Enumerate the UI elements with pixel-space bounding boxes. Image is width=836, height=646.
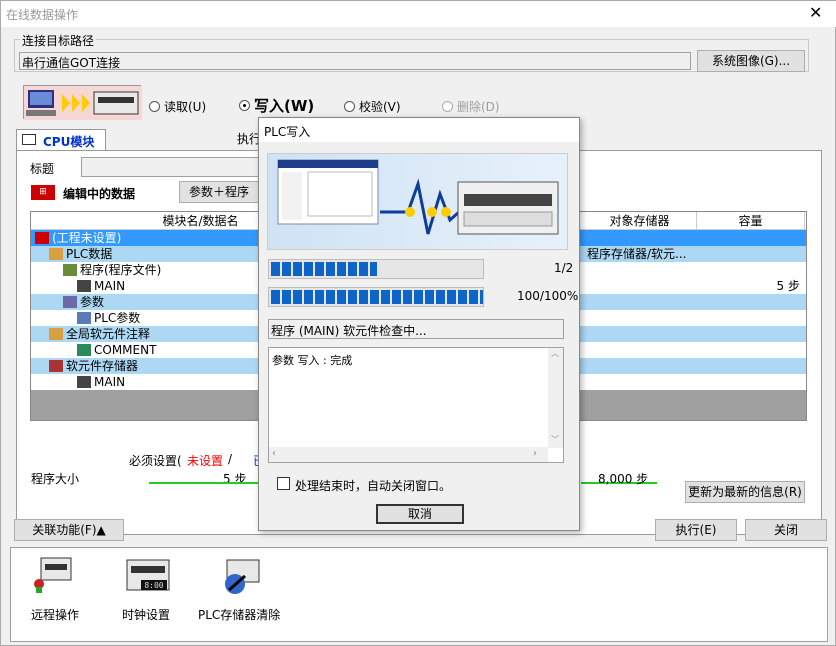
progress-bar-percent [268, 287, 484, 307]
pc-plc-icon [24, 86, 142, 120]
scroll-left-icon[interactable]: ‹ [272, 448, 276, 459]
log-text: 参数 写入 : 完成 [272, 354, 353, 367]
tree-node-icon [49, 248, 63, 260]
title-input[interactable] [81, 157, 261, 177]
program-size-label: 程序大小 [31, 472, 80, 486]
auto-close-label: 处理结束时，自动关闭窗口。 [295, 479, 452, 493]
svg-text:8:00: 8:00 [144, 581, 163, 590]
connection-path: 串行通信GOT连接 [22, 56, 121, 70]
status-text: 程序 (MAIN) 软元件检查中... [271, 324, 427, 338]
tree-node-icon [49, 360, 63, 372]
row-name: (工程未设置) [52, 231, 122, 245]
radio-verify[interactable]: 校验(V) [344, 98, 401, 115]
col-capacity: 容量 [697, 212, 805, 230]
related-functions-button[interactable]: 关联功能(F)▲ [14, 519, 124, 541]
scroll-down-icon[interactable]: ﹀ [551, 434, 559, 445]
progress-files-text: 1/2 [554, 261, 574, 275]
tree-node-icon [35, 232, 49, 244]
remote-operation-label[interactable]: 远程操作 [31, 606, 79, 623]
close-button[interactable]: 关闭 [745, 519, 827, 541]
remote-operation-icon[interactable] [33, 554, 79, 594]
cancel-button[interactable]: 取消 [376, 504, 464, 524]
progress-bar-files [268, 259, 484, 279]
window-title: 在线数据操作 [6, 8, 79, 22]
tree-node-icon [49, 328, 63, 340]
tree-node-icon [63, 296, 77, 308]
radio-read[interactable]: 读取(U) [149, 98, 206, 115]
related-tools-panel: 远程操作 8:00 时钟设置 PLC存储器清除 [10, 547, 828, 642]
radio-write-label: 写入(W) [254, 97, 315, 115]
connection-path-field: 串行通信GOT连接 [19, 52, 691, 70]
progress-bar-percent-fill [271, 290, 483, 304]
plc-memory-clear-icon[interactable] [217, 558, 263, 598]
row-name: 程序(程序文件) [80, 263, 162, 277]
row-name: PLC参数 [94, 311, 141, 325]
progress-bar-files-fill [271, 262, 377, 276]
row-name: MAIN [94, 279, 126, 293]
tab-cpu[interactable]: CPU模块 [16, 129, 106, 151]
status-field: 程序 (MAIN) 软元件检查中... [268, 319, 564, 339]
clock-setting-label[interactable]: 时钟设置 [122, 606, 170, 623]
radio-read-label: 读取(U) [164, 100, 207, 114]
slash-separator: / [228, 452, 233, 466]
plc-memory-clear-label[interactable]: PLC存储器清除 [198, 606, 280, 623]
tree-node-icon [63, 264, 77, 276]
tree-node-icon [77, 312, 91, 324]
radio-write[interactable]: 写入(W) [239, 95, 314, 116]
tree-node-icon [77, 280, 91, 292]
radio-read-dot[interactable] [149, 101, 160, 112]
row-name: PLC数据 [66, 247, 113, 261]
log-area[interactable]: 参数 写入 : 完成 ︿ ﹀ ‹ › [268, 347, 564, 463]
row-capacity: 5 步 [776, 279, 800, 293]
log-horizontal-scrollbar[interactable]: ‹ › [269, 447, 548, 462]
connection-group-label: 连接目标路径 [20, 32, 97, 49]
param-program-button[interactable]: 参数＋程序 [179, 181, 259, 203]
radio-delete-label: 删除(D) [457, 100, 500, 114]
capacity-value: 8,000 步 [598, 472, 649, 486]
log-vertical-scrollbar[interactable]: ︿ ﹀ [548, 348, 563, 448]
radio-write-dot[interactable] [239, 100, 250, 111]
pc-to-plc-transfer-icon [277, 159, 559, 235]
system-image-button[interactable]: 系统图像(G)... [697, 50, 805, 72]
auto-close-checkbox[interactable] [277, 477, 290, 490]
dialog-title: PLC写入 [264, 125, 311, 139]
scroll-up-icon[interactable]: ︿ [551, 348, 559, 359]
row-name: 全局软元件注释 [66, 327, 151, 341]
pc-to-plc-graphic [23, 85, 142, 120]
scroll-right-icon[interactable]: › [533, 448, 537, 459]
radio-verify-label: 校验(V) [359, 100, 401, 114]
tree-node-icon [77, 344, 91, 356]
not-set-label: 未设置 [187, 454, 224, 468]
transfer-graphic [267, 153, 568, 250]
radio-verify-dot[interactable] [344, 101, 355, 112]
close-icon[interactable]: ✕ [809, 3, 822, 22]
row-name: 参数 [80, 295, 105, 309]
editing-data-icon: ⊞ [31, 185, 55, 200]
program-size-bar [149, 482, 259, 484]
title-bar: 在线数据操作 ✕ [1, 1, 836, 27]
program-size-value: 5 步 [223, 472, 247, 486]
row-name: MAIN [94, 375, 126, 389]
row-name: COMMENT [94, 343, 157, 357]
progress-percent-text: 100/100% [517, 289, 579, 303]
title-label: 标题 [30, 162, 55, 176]
tree-node-icon [77, 376, 91, 388]
editing-data-label: 编辑中的数据 [63, 187, 136, 201]
cpu-icon [22, 134, 36, 145]
tab-cpu-label: CPU模块 [43, 135, 95, 149]
clock-setting-icon[interactable]: 8:00 [125, 558, 171, 596]
refresh-button[interactable]: 更新为最新的信息(R) [685, 481, 805, 503]
radio-delete[interactable]: 删除(D) [442, 98, 500, 115]
execute-button[interactable]: 执行(E) [655, 519, 737, 541]
col-target-memory: 对象存储器 [583, 212, 697, 230]
plc-write-dialog: PLC写入 1/2 100/100% 程序 (MAIN) 软元件检查中... 参… [258, 117, 580, 531]
row-name: 软元件存储器 [66, 359, 139, 373]
required-setting-label: 必须设置( [129, 454, 182, 468]
row-target-memory: 程序存储器/软元... [587, 247, 687, 261]
radio-delete-dot[interactable] [442, 101, 453, 112]
dialog-title-bar: PLC写入 [259, 118, 579, 142]
